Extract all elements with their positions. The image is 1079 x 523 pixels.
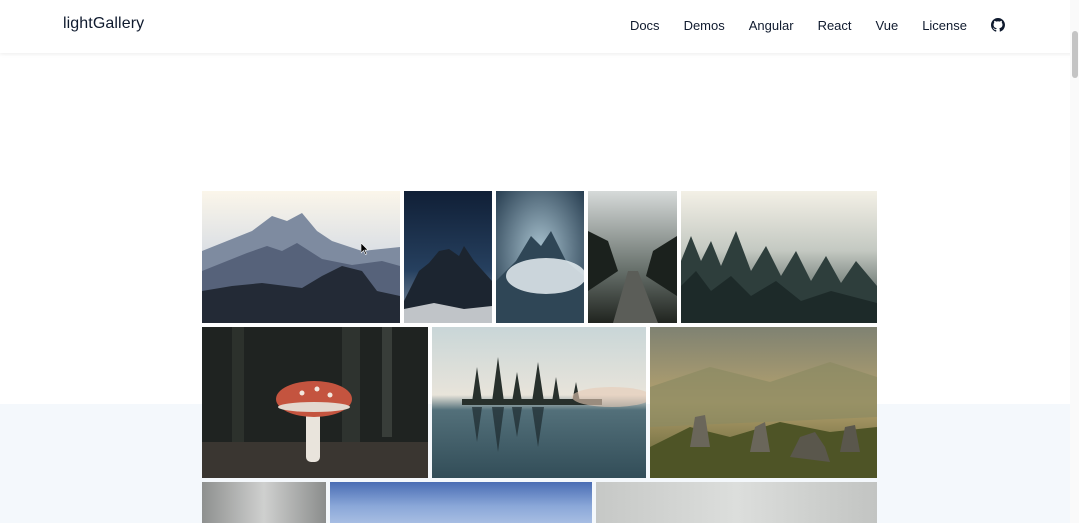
- github-icon[interactable]: [991, 18, 1005, 32]
- gallery-item-pale-haze[interactable]: [596, 482, 877, 523]
- brand-logo[interactable]: lightGallery: [63, 15, 144, 33]
- gallery-item-lake-reflection[interactable]: [432, 327, 646, 478]
- nav-link-vue[interactable]: Vue: [876, 18, 899, 33]
- gallery-item-foggy-road[interactable]: [588, 191, 677, 323]
- image-gallery: [202, 191, 877, 523]
- gallery-item-misty-mountain[interactable]: [496, 191, 584, 323]
- mouse-cursor-icon: [360, 242, 369, 255]
- nav-link-docs[interactable]: Docs: [630, 18, 660, 33]
- gallery-item-mountain-silhouettes[interactable]: [202, 191, 400, 323]
- gallery-item-night-sky-peaks[interactable]: [404, 191, 492, 323]
- gallery-item-red-mushroom[interactable]: [202, 327, 428, 478]
- nav-link-react[interactable]: React: [818, 18, 852, 33]
- scrollbar-track[interactable]: [1070, 0, 1079, 523]
- nav-links: Docs Demos Angular React Vue License: [606, 0, 1005, 50]
- gallery-item-gray-sky[interactable]: [202, 482, 326, 523]
- top-navbar: lightGallery Docs Demos Angular React Vu…: [0, 0, 1079, 53]
- gallery-item-blue-horizon[interactable]: [330, 482, 592, 523]
- nav-link-license[interactable]: License: [922, 18, 967, 33]
- scrollbar-thumb[interactable]: [1072, 31, 1078, 78]
- gallery-item-golden-valley-rocks[interactable]: [650, 327, 877, 478]
- nav-link-demos[interactable]: Demos: [684, 18, 725, 33]
- nav-link-angular[interactable]: Angular: [749, 18, 794, 33]
- gallery-item-foggy-forest[interactable]: [681, 191, 877, 323]
